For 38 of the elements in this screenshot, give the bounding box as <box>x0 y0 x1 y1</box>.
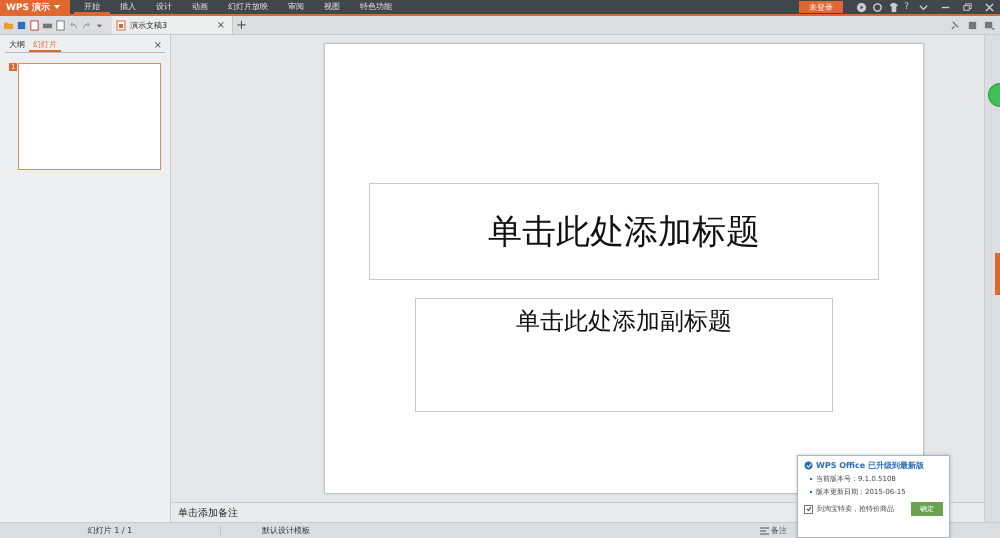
panel-tab[interactable]: 大纲 <box>5 39 29 52</box>
wps-logo-icon <box>804 461 813 470</box>
document-title: 演示文稿3 <box>130 20 168 30</box>
close-panel-button[interactable]: × <box>150 40 165 50</box>
new-tab-button[interactable]: + <box>233 18 250 32</box>
close-tab-button[interactable]: × <box>214 20 228 30</box>
caret-icon <box>54 5 60 9</box>
shirt-icon[interactable] <box>888 2 899 12</box>
title-placeholder[interactable]: 单击此处添加标题 <box>369 183 879 280</box>
help-button[interactable]: ? <box>901 0 912 14</box>
notes-button[interactable]: 备注 <box>757 525 790 536</box>
menu-tab[interactable]: 插入 <box>110 0 146 14</box>
slide-counter: 幻灯片 1 / 1 <box>0 525 221 536</box>
save-icon[interactable] <box>16 20 27 30</box>
document-tab[interactable]: 演示文稿3 × <box>112 16 233 34</box>
template-name: 默认设计模板 <box>261 525 311 536</box>
menu-tab[interactable]: 开始 <box>74 0 110 14</box>
play-icon[interactable] <box>856 2 867 12</box>
notes-icon <box>760 526 769 534</box>
menu-tab[interactable]: 幻灯片放映 <box>218 0 278 14</box>
presentation-icon <box>116 20 126 30</box>
promo-checkbox[interactable] <box>804 504 813 514</box>
menu-tab[interactable]: 审阅 <box>278 0 314 14</box>
chat-icon[interactable] <box>872 2 883 12</box>
close-icon[interactable] <box>984 2 994 12</box>
pdf-icon[interactable] <box>29 20 40 30</box>
window-icon[interactable] <box>967 20 978 30</box>
menu-tab[interactable]: 特色功能 <box>350 0 402 14</box>
pin-icon[interactable] <box>950 20 961 30</box>
restore-icon[interactable] <box>962 2 972 12</box>
panel-icon[interactable] <box>984 20 995 30</box>
menu-tab[interactable]: 设计 <box>146 0 182 14</box>
side-handle[interactable] <box>995 253 1000 295</box>
menu-tab[interactable]: 视图 <box>314 0 350 14</box>
menu-tab[interactable]: 动画 <box>182 0 218 14</box>
preview-icon[interactable] <box>55 20 66 30</box>
subtitle-placeholder[interactable]: 单击此处添加副标题 <box>415 298 833 412</box>
popup-title: WPS Office 已升级到最新版 <box>816 460 924 471</box>
